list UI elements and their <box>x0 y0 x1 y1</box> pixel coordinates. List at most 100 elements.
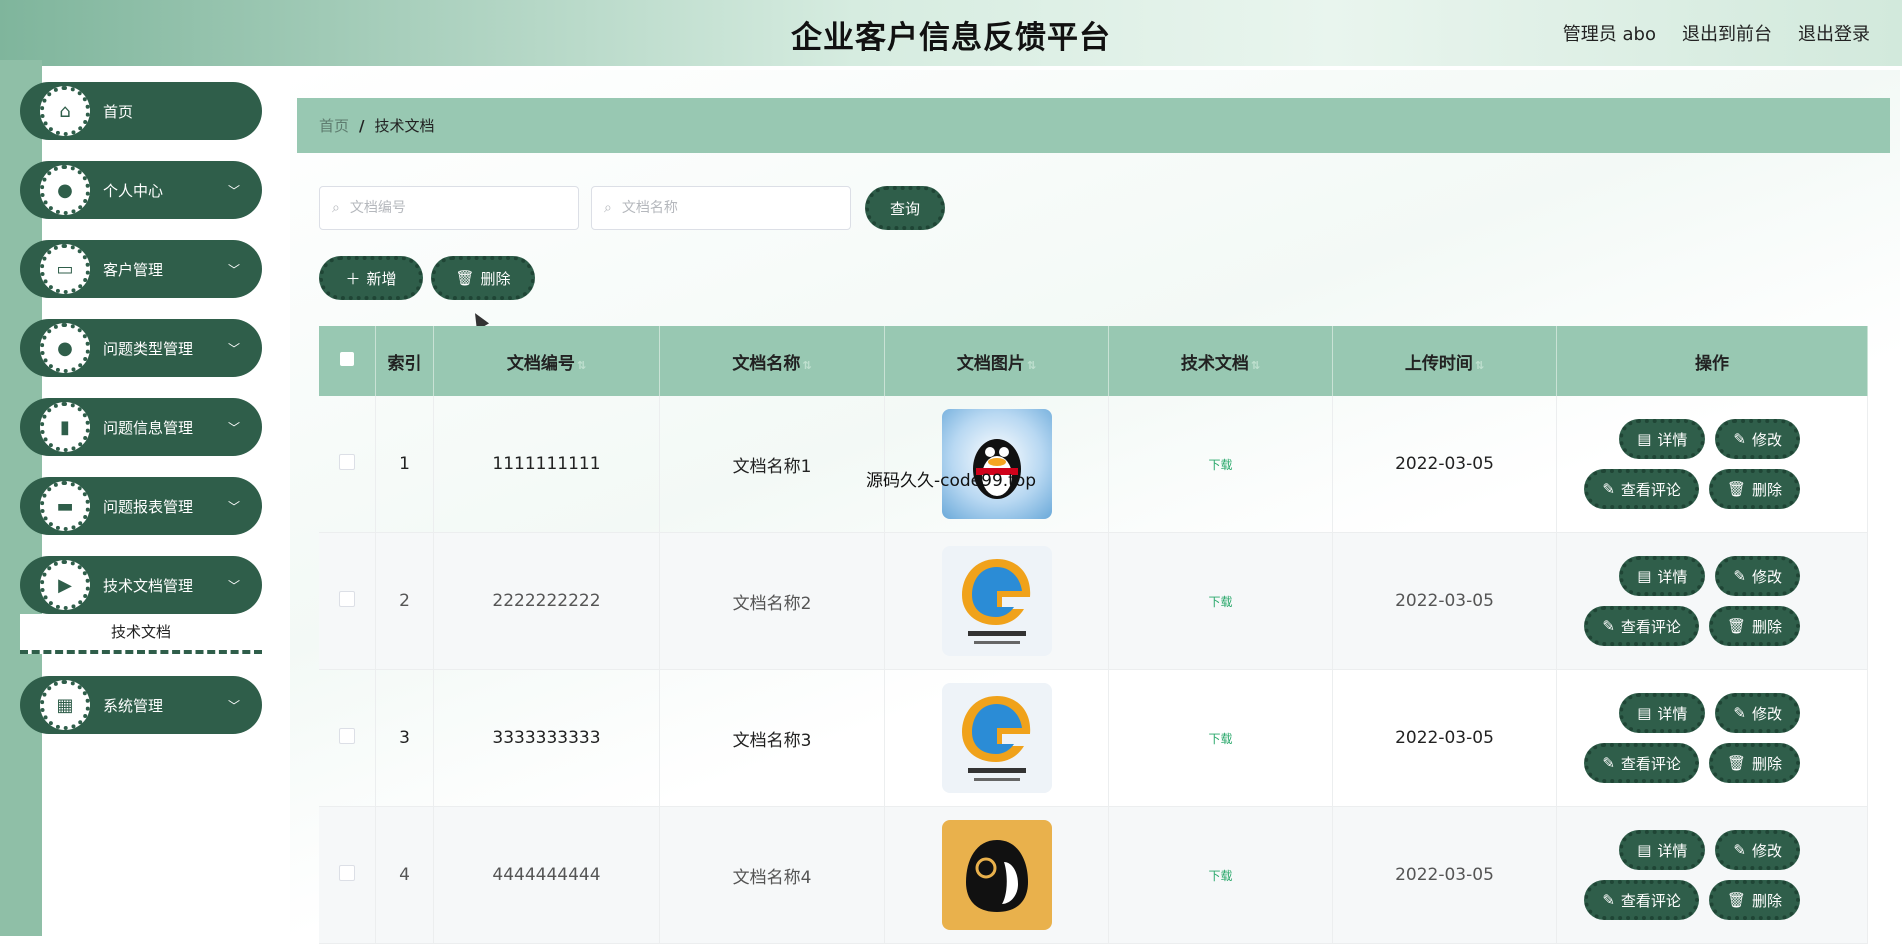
row-select-cell[interactable] <box>319 396 376 533</box>
submenu-tech-doc[interactable]: 技术文档 <box>20 614 262 654</box>
edit-icon: ✎ <box>1733 567 1746 585</box>
sidebar-menu: ⌂ 首页 ● 个人中心 ﹀ ▭ 客户管理 ﹀ ● 问题类型管理 ﹀ ▮ 问题信息… <box>20 82 262 755</box>
monitor-icon: ▭ <box>40 244 90 294</box>
sidebar-item-issue-info[interactable]: ▮ 问题信息管理 ﹀ <box>20 398 262 456</box>
header-doc-no[interactable]: 文档编号 ⇅ <box>433 326 660 396</box>
chevron-down-icon: ﹀ <box>227 698 240 713</box>
bulk-delete-button[interactable]: 🗑 删除 <box>431 256 535 300</box>
add-button[interactable]: ＋ 新增 <box>319 256 423 300</box>
cell-operation: ▤ 详情 ✎ 修改 ✎ 查看评论 🗑 删除 <box>1556 806 1868 944</box>
sidebar-item-home[interactable]: ⌂ 首页 <box>20 82 262 140</box>
detail-label: 详情 <box>1657 841 1688 860</box>
comments-button[interactable]: ✎ 查看评论 <box>1584 469 1699 509</box>
detail-button[interactable]: ▤ 详情 <box>1619 830 1706 870</box>
tencent-games-image[interactable] <box>941 546 1052 656</box>
comments-button[interactable]: ✎ 查看评论 <box>1584 743 1699 783</box>
sidebar-item-issue-reports[interactable]: ▬ 问题报表管理 ﹀ <box>20 477 262 535</box>
sidebar-item-customers[interactable]: ▭ 客户管理 ﹀ <box>20 240 262 298</box>
header-doc-image[interactable]: 文档图片 ⇅ <box>884 326 1109 396</box>
sidebar-item-tech-docs[interactable]: ▶ 技术文档管理 ﹀ <box>20 556 262 614</box>
cell-upload-time: 2022-03-05 <box>1332 806 1557 944</box>
cell-doc-image <box>884 669 1109 807</box>
cell-operation: ▤ 详情 ✎ 修改 ✎ 查看评论 🗑 删除 <box>1556 669 1868 807</box>
cell-doc-no: 2222222222 <box>433 532 660 670</box>
cell-doc-image <box>884 532 1109 670</box>
detail-label: 详情 <box>1657 430 1688 449</box>
cell-operation: ▤ 详情 ✎ 修改 ✎ 查看评论 🗑 删除 <box>1556 396 1868 533</box>
search-bar: ⌕ ⌕ 查询 <box>319 186 945 230</box>
row-checkbox[interactable] <box>339 590 355 607</box>
row-select-cell[interactable] <box>319 532 376 670</box>
edit-button[interactable]: ✎ 修改 <box>1715 556 1800 596</box>
doc-name-input[interactable] <box>619 199 824 217</box>
download-link[interactable]: 下载 <box>1208 732 1232 746</box>
sidebar-item-system[interactable]: ▦ 系统管理 ﹀ <box>20 676 262 734</box>
video-icon: ▶ <box>40 560 90 610</box>
sidebar-item-profile[interactable]: ● 个人中心 ﹀ <box>20 161 262 219</box>
doc-name-search-field[interactable]: ⌕ <box>591 186 851 230</box>
document-icon: ▤ <box>1637 841 1652 859</box>
front-link[interactable]: 退出到前台 <box>1682 20 1772 46</box>
detail-button[interactable]: ▤ 详情 <box>1619 693 1706 733</box>
plus-icon: ＋ <box>345 269 361 288</box>
delete-button[interactable]: 🗑 删除 <box>1708 606 1800 646</box>
select-all-cell[interactable] <box>319 326 376 396</box>
edit-button[interactable]: ✎ 修改 <box>1715 830 1800 870</box>
download-link[interactable]: 下载 <box>1208 595 1232 609</box>
row-select-cell[interactable] <box>319 669 376 807</box>
user-icon: ● <box>40 323 90 373</box>
delete-button[interactable]: 🗑 删除 <box>1708 743 1800 783</box>
sort-icon[interactable]: ⇅ <box>1475 359 1484 372</box>
breadcrumb-home[interactable]: 首页 <box>319 115 349 136</box>
sidebar-item-label: 首页 <box>103 102 134 121</box>
comments-button[interactable]: ✎ 查看评论 <box>1584 606 1699 646</box>
comments-button[interactable]: ✎ 查看评论 <box>1584 880 1699 920</box>
detail-button[interactable]: ▤ 详情 <box>1619 419 1706 459</box>
row-select-cell[interactable] <box>319 806 376 944</box>
delete-button[interactable]: 🗑 删除 <box>1708 469 1800 509</box>
cell-doc-no: 1111111111 <box>433 396 660 533</box>
detail-label: 详情 <box>1657 567 1688 586</box>
edit-button[interactable]: ✎ 修改 <box>1715 693 1800 733</box>
chevron-down-icon: ﹀ <box>227 262 240 277</box>
sidebar-item-issue-types[interactable]: ● 问题类型管理 ﹀ <box>20 319 262 377</box>
sort-icon[interactable]: ⇅ <box>1251 359 1260 372</box>
chat-icon: ▬ <box>40 481 90 531</box>
detail-label: 详情 <box>1657 704 1688 723</box>
sort-icon[interactable]: ⇅ <box>802 359 811 372</box>
admin-user-label: 管理员 abo <box>1562 24 1656 45</box>
cell-doc-name: 文档名称2 <box>659 532 885 670</box>
search-icon: ⌕ <box>332 200 340 216</box>
download-link[interactable]: 下载 <box>1208 869 1232 883</box>
trash-icon: 🗑 <box>1726 617 1746 635</box>
cell-upload-time: 2022-03-05 <box>1332 669 1557 807</box>
edit-label: 修改 <box>1751 704 1782 723</box>
doc-no-search-field[interactable]: ⌕ <box>319 186 579 230</box>
comments-label: 查看评论 <box>1620 617 1681 636</box>
header-doc-name[interactable]: 文档名称 ⇅ <box>659 326 885 396</box>
edit-button[interactable]: ✎ 修改 <box>1715 419 1800 459</box>
header-doc-name-label: 文档名称 <box>732 353 801 374</box>
detail-button[interactable]: ▤ 详情 <box>1619 556 1706 596</box>
cell-doc-name: 文档名称3 <box>659 669 885 807</box>
select-all-checkbox[interactable] <box>340 352 354 366</box>
sort-icon[interactable]: ⇅ <box>1027 359 1036 372</box>
header-tech-doc[interactable]: 技术文档 ⇅ <box>1108 326 1333 396</box>
delete-button-label: 删除 <box>480 269 511 288</box>
sort-icon[interactable]: ⇅ <box>577 359 586 372</box>
header-upload-time[interactable]: 上传时间 ⇅ <box>1332 326 1557 396</box>
query-button[interactable]: 查询 <box>865 186 945 230</box>
edit-label: 修改 <box>1751 567 1782 586</box>
qq-penguin-image[interactable] <box>941 409 1052 519</box>
chevron-down-icon: ﹀ <box>227 183 240 198</box>
download-link[interactable]: 下载 <box>1208 458 1232 472</box>
penguin-app-image[interactable] <box>941 820 1052 930</box>
row-checkbox[interactable] <box>339 727 355 744</box>
doc-no-input[interactable] <box>347 199 552 217</box>
tencent-games-image[interactable] <box>941 683 1052 793</box>
cell-doc-image <box>884 396 1109 533</box>
logout-link[interactable]: 退出登录 <box>1798 20 1870 46</box>
row-checkbox[interactable] <box>339 453 355 470</box>
delete-button[interactable]: 🗑 删除 <box>1708 880 1800 920</box>
row-checkbox[interactable] <box>339 864 355 881</box>
